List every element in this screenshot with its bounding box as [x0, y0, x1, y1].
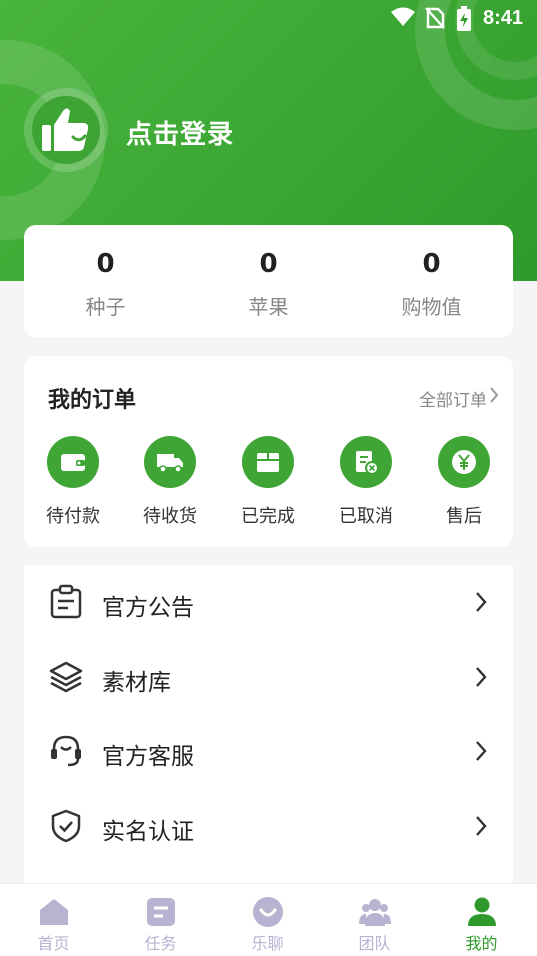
stat-shopping-value[interactable]: 0 购物值 — [350, 225, 513, 337]
stats-card: 0 种子 0 苹果 0 购物值 — [24, 225, 513, 337]
chevron-right-icon — [476, 667, 487, 687]
tab-label: 首页 — [37, 934, 70, 953]
orders-card: 我的订单 全部订单 待付款 待收货 已完成 已取消 售后 — [24, 356, 513, 547]
bottom-tab-bar: 首页 任务 乐聊 团队 我的 — [0, 883, 537, 956]
shield-check-icon — [51, 809, 81, 843]
tab-tasks[interactable]: 任务 — [107, 884, 214, 956]
battery-charging-icon — [457, 6, 471, 31]
avatar[interactable] — [24, 88, 108, 172]
stat-value: 0 — [259, 249, 278, 279]
order-label: 售后 — [446, 506, 482, 527]
no-sim-icon — [425, 7, 445, 29]
stat-apples[interactable]: 0 苹果 — [187, 225, 350, 337]
chat-face-icon — [253, 897, 283, 927]
order-label: 已取消 — [339, 506, 393, 527]
menu-label: 实名认证 — [102, 819, 194, 845]
team-icon — [359, 899, 391, 926]
chevron-right-icon — [476, 741, 487, 761]
yen-icon — [452, 450, 476, 474]
order-cancelled[interactable]: 已取消 — [326, 436, 406, 528]
menu-label: 官方公告 — [102, 595, 194, 621]
wifi-icon — [391, 7, 415, 26]
all-orders-link[interactable]: 全部订单 — [419, 386, 487, 411]
headset-icon — [51, 735, 81, 767]
orders-title: 我的订单 — [48, 388, 137, 413]
stat-label: 购物值 — [401, 295, 462, 319]
tab-team[interactable]: 团队 — [321, 884, 428, 956]
wallet-icon — [61, 454, 85, 471]
order-label: 已完成 — [241, 506, 295, 527]
menu-list: 官方公告 素材库 官方客服 实名认证 — [24, 565, 513, 895]
order-pending-payment[interactable]: 待付款 — [33, 436, 113, 528]
clipboard-icon — [50, 584, 82, 619]
task-icon — [147, 898, 175, 926]
tab-label: 任务 — [144, 934, 177, 953]
thumbs-up-icon — [42, 108, 89, 151]
menu-item-customer-service[interactable]: 官方客服 — [24, 714, 513, 788]
stat-label: 苹果 — [248, 295, 289, 319]
status-time: 8:41 — [482, 7, 523, 29]
order-after-sales[interactable]: 售后 — [424, 436, 504, 528]
menu-item-announcements[interactable]: 官方公告 — [24, 565, 513, 639]
tab-label: 我的 — [465, 934, 498, 953]
tab-home[interactable]: 首页 — [0, 884, 107, 956]
order-label: 待付款 — [46, 506, 100, 527]
menu-item-real-name-verification[interactable]: 实名认证 — [24, 789, 513, 863]
stat-seeds[interactable]: 0 种子 — [24, 225, 187, 337]
stat-label: 种子 — [85, 295, 126, 319]
order-completed[interactable]: 已完成 — [228, 436, 308, 528]
login-link[interactable]: 点击登录 — [126, 114, 234, 151]
menu-label: 官方客服 — [102, 744, 194, 770]
order-pending-receipt[interactable]: 待收货 — [130, 436, 210, 528]
layers-icon — [49, 661, 83, 693]
box-icon — [257, 453, 279, 472]
tab-label: 乐聊 — [251, 934, 284, 953]
stat-value: 0 — [96, 249, 115, 279]
home-icon — [40, 899, 68, 925]
stat-value: 0 — [422, 249, 441, 279]
menu-label: 素材库 — [102, 670, 171, 696]
status-bar: 8:41 — [0, 0, 537, 36]
user-icon — [468, 897, 496, 926]
truck-icon — [157, 454, 183, 473]
menu-item-materials[interactable]: 素材库 — [24, 640, 513, 714]
chevron-right-icon — [476, 816, 487, 836]
order-label: 待收货 — [143, 506, 197, 527]
cancel-receipt-icon — [356, 451, 379, 475]
chevron-right-icon — [476, 592, 487, 612]
tab-label: 团队 — [358, 934, 391, 953]
tab-chat[interactable]: 乐聊 — [214, 884, 321, 956]
chevron-right-icon[interactable] — [489, 386, 499, 404]
tab-mine[interactable]: 我的 — [428, 884, 535, 956]
